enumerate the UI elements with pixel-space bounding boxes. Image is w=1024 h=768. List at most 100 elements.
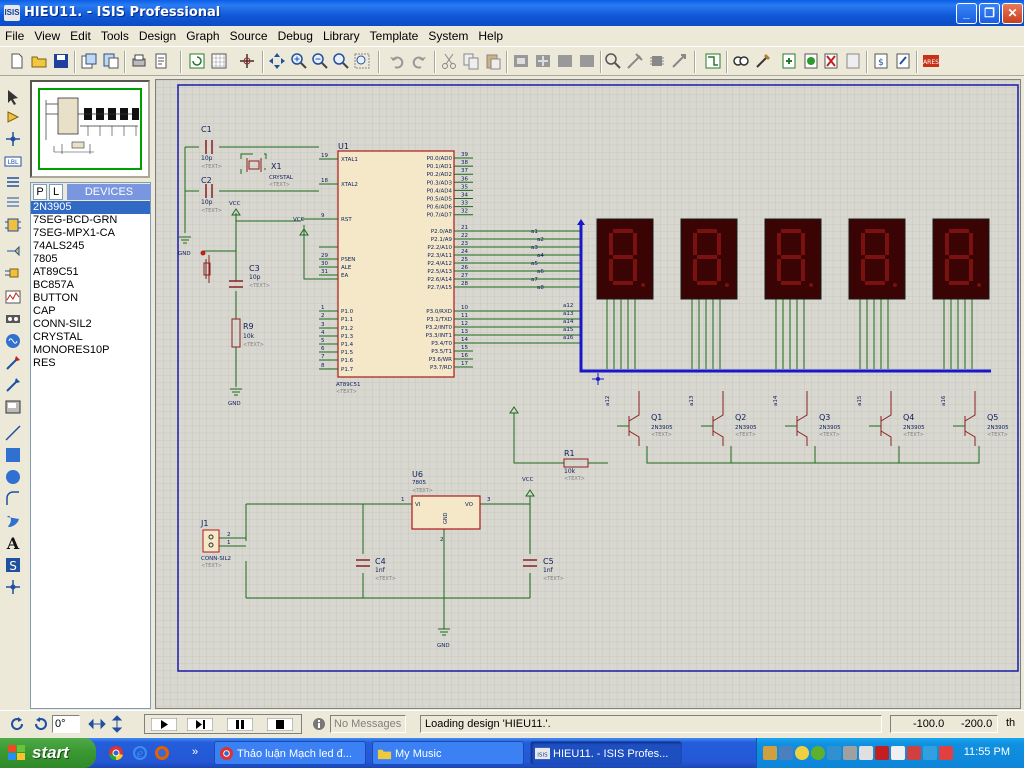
block-delete-icon[interactable] [578, 52, 596, 70]
mirror-x-icon[interactable] [88, 716, 106, 732]
bus-mode-icon[interactable] [4, 194, 22, 212]
play-icon[interactable] [151, 718, 177, 731]
microcontroller-u1[interactable]: U1 AT89C51 <TEXT> XTAL119XTAL218RST9PSEN… [319, 142, 473, 395]
tray-drive-icon[interactable] [843, 746, 857, 760]
pick-devices-button[interactable]: P [33, 184, 47, 200]
device-list-item[interactable]: 74ALS245 [31, 240, 150, 253]
rotate-anticlockwise-icon[interactable] [32, 716, 48, 732]
tray-k-icon[interactable] [875, 746, 889, 760]
voltage-probe-icon[interactable] [4, 354, 22, 372]
arc-tool-icon[interactable] [4, 490, 22, 508]
device-list-item[interactable]: 7SEG-BCD-GRN [31, 214, 150, 227]
export-section-icon[interactable] [102, 52, 120, 70]
erc-report-icon[interactable] [894, 52, 912, 70]
paste-icon[interactable] [484, 52, 502, 70]
zoom-out-icon[interactable] [311, 52, 329, 70]
tray-app-icon[interactable] [763, 746, 777, 760]
tray-network-icon[interactable] [779, 746, 793, 760]
package-tool-icon[interactable] [648, 52, 666, 70]
print-icon[interactable] [130, 52, 148, 70]
restore-button[interactable]: ❐ [979, 3, 1000, 24]
save-icon[interactable] [52, 52, 70, 70]
close-button[interactable]: ✕ [1002, 3, 1023, 24]
ares-netlist-icon[interactable]: ARES [922, 52, 940, 70]
seven-segment-display[interactable] [764, 218, 822, 300]
selection-mode-icon[interactable] [4, 88, 22, 106]
graph-mode-icon[interactable] [4, 288, 22, 306]
messages-indicator[interactable]: No Messages [330, 715, 406, 733]
import-section-icon[interactable] [80, 52, 98, 70]
copy-icon[interactable] [462, 52, 480, 70]
schematic-canvas[interactable]: C1 10p <TEXT> C2 10p <TEXT> X1 CRYSTAL <… [156, 80, 1020, 708]
menu-edit[interactable]: Edit [65, 26, 96, 43]
tray-antivirus-icon[interactable] [907, 746, 921, 760]
box-tool-icon[interactable] [4, 446, 22, 464]
block-rotate-icon[interactable] [556, 52, 574, 70]
make-device-icon[interactable] [626, 52, 644, 70]
device-list-item[interactable]: BUTTON [31, 292, 150, 305]
tape-recorder-icon[interactable] [4, 310, 22, 328]
taskbar-task[interactable]: My Music [372, 741, 524, 765]
origin-icon[interactable] [238, 52, 256, 70]
zoom-area-icon[interactable] [353, 52, 371, 70]
seven-segment-display[interactable] [848, 218, 906, 300]
library-manager-button[interactable]: L [49, 184, 63, 200]
tray-yahoo-icon[interactable] [811, 746, 825, 760]
current-probe-icon[interactable] [4, 376, 22, 394]
device-list-item[interactable]: RES [31, 357, 150, 370]
search-tag-icon[interactable] [732, 52, 750, 70]
menu-template[interactable]: Template [365, 26, 424, 43]
zoom-all-icon[interactable] [332, 52, 350, 70]
quicklaunch-overflow-icon[interactable]: » [192, 746, 198, 758]
device-list-item[interactable]: CRYSTAL [31, 331, 150, 344]
menu-help[interactable]: Help [473, 26, 508, 43]
mirror-y-icon[interactable] [110, 715, 124, 733]
set-area-icon[interactable] [152, 52, 170, 70]
exit-to-parent-icon[interactable] [844, 52, 862, 70]
device-list-item[interactable]: MONORES10P [31, 344, 150, 357]
grid-toggle-icon[interactable] [210, 52, 228, 70]
schematic-editing-window[interactable]: C1 10p <TEXT> C2 10p <TEXT> X1 CRYSTAL <… [155, 79, 1021, 709]
tray-unikey-icon[interactable] [939, 746, 953, 760]
menu-system[interactable]: System [423, 26, 473, 43]
device-list-item[interactable]: 2N3905 [31, 201, 150, 214]
marker-tool-icon[interactable] [4, 578, 22, 596]
cut-icon[interactable] [440, 52, 458, 70]
firefox-quicklaunch-icon[interactable] [154, 745, 170, 761]
stop-icon[interactable] [267, 718, 293, 731]
generator-mode-icon[interactable] [4, 332, 22, 350]
internet-explorer-quicklaunch-icon[interactable]: e [132, 745, 148, 761]
property-assign-icon[interactable] [754, 52, 772, 70]
menu-debug[interactable]: Debug [273, 26, 318, 43]
device-list-item[interactable]: AT89C51 [31, 266, 150, 279]
menu-library[interactable]: Library [318, 26, 365, 43]
new-file-icon[interactable] [8, 52, 26, 70]
device-list-item[interactable]: CAP [31, 305, 150, 318]
symbol-tool-icon[interactable]: S [4, 556, 22, 574]
tray-update-icon[interactable] [923, 746, 937, 760]
zoom-in-icon[interactable] [290, 52, 308, 70]
block-copy-icon[interactable] [512, 52, 530, 70]
taskbar-task-active[interactable]: ISIS HIEU11. - ISIS Profes... [530, 741, 682, 765]
pause-icon[interactable] [227, 718, 253, 731]
menu-tools[interactable]: Tools [96, 26, 134, 43]
terminals-mode-icon[interactable] [4, 242, 22, 260]
text-script-icon[interactable] [4, 174, 22, 192]
redraw-icon[interactable] [188, 52, 206, 70]
redo-icon[interactable] [410, 52, 428, 70]
seven-segment-display[interactable] [932, 218, 990, 300]
start-button[interactable]: start [0, 738, 96, 768]
bill-of-materials-icon[interactable]: $ [872, 52, 890, 70]
seven-segment-display[interactable] [596, 218, 654, 300]
component-mode-icon[interactable] [4, 108, 22, 126]
rotate-clockwise-icon[interactable] [10, 716, 26, 732]
wire-label-icon[interactable]: LBL [4, 152, 22, 170]
decompose-icon[interactable] [670, 52, 688, 70]
virtual-instrument-icon[interactable] [4, 398, 22, 416]
tray-messenger-icon[interactable] [795, 746, 809, 760]
tray-eye-icon[interactable] [891, 746, 905, 760]
add-sheet-icon[interactable] [802, 52, 820, 70]
line-tool-icon[interactable] [4, 424, 22, 442]
device-list-item[interactable]: BC857A [31, 279, 150, 292]
subcircuit-icon[interactable] [4, 216, 22, 234]
